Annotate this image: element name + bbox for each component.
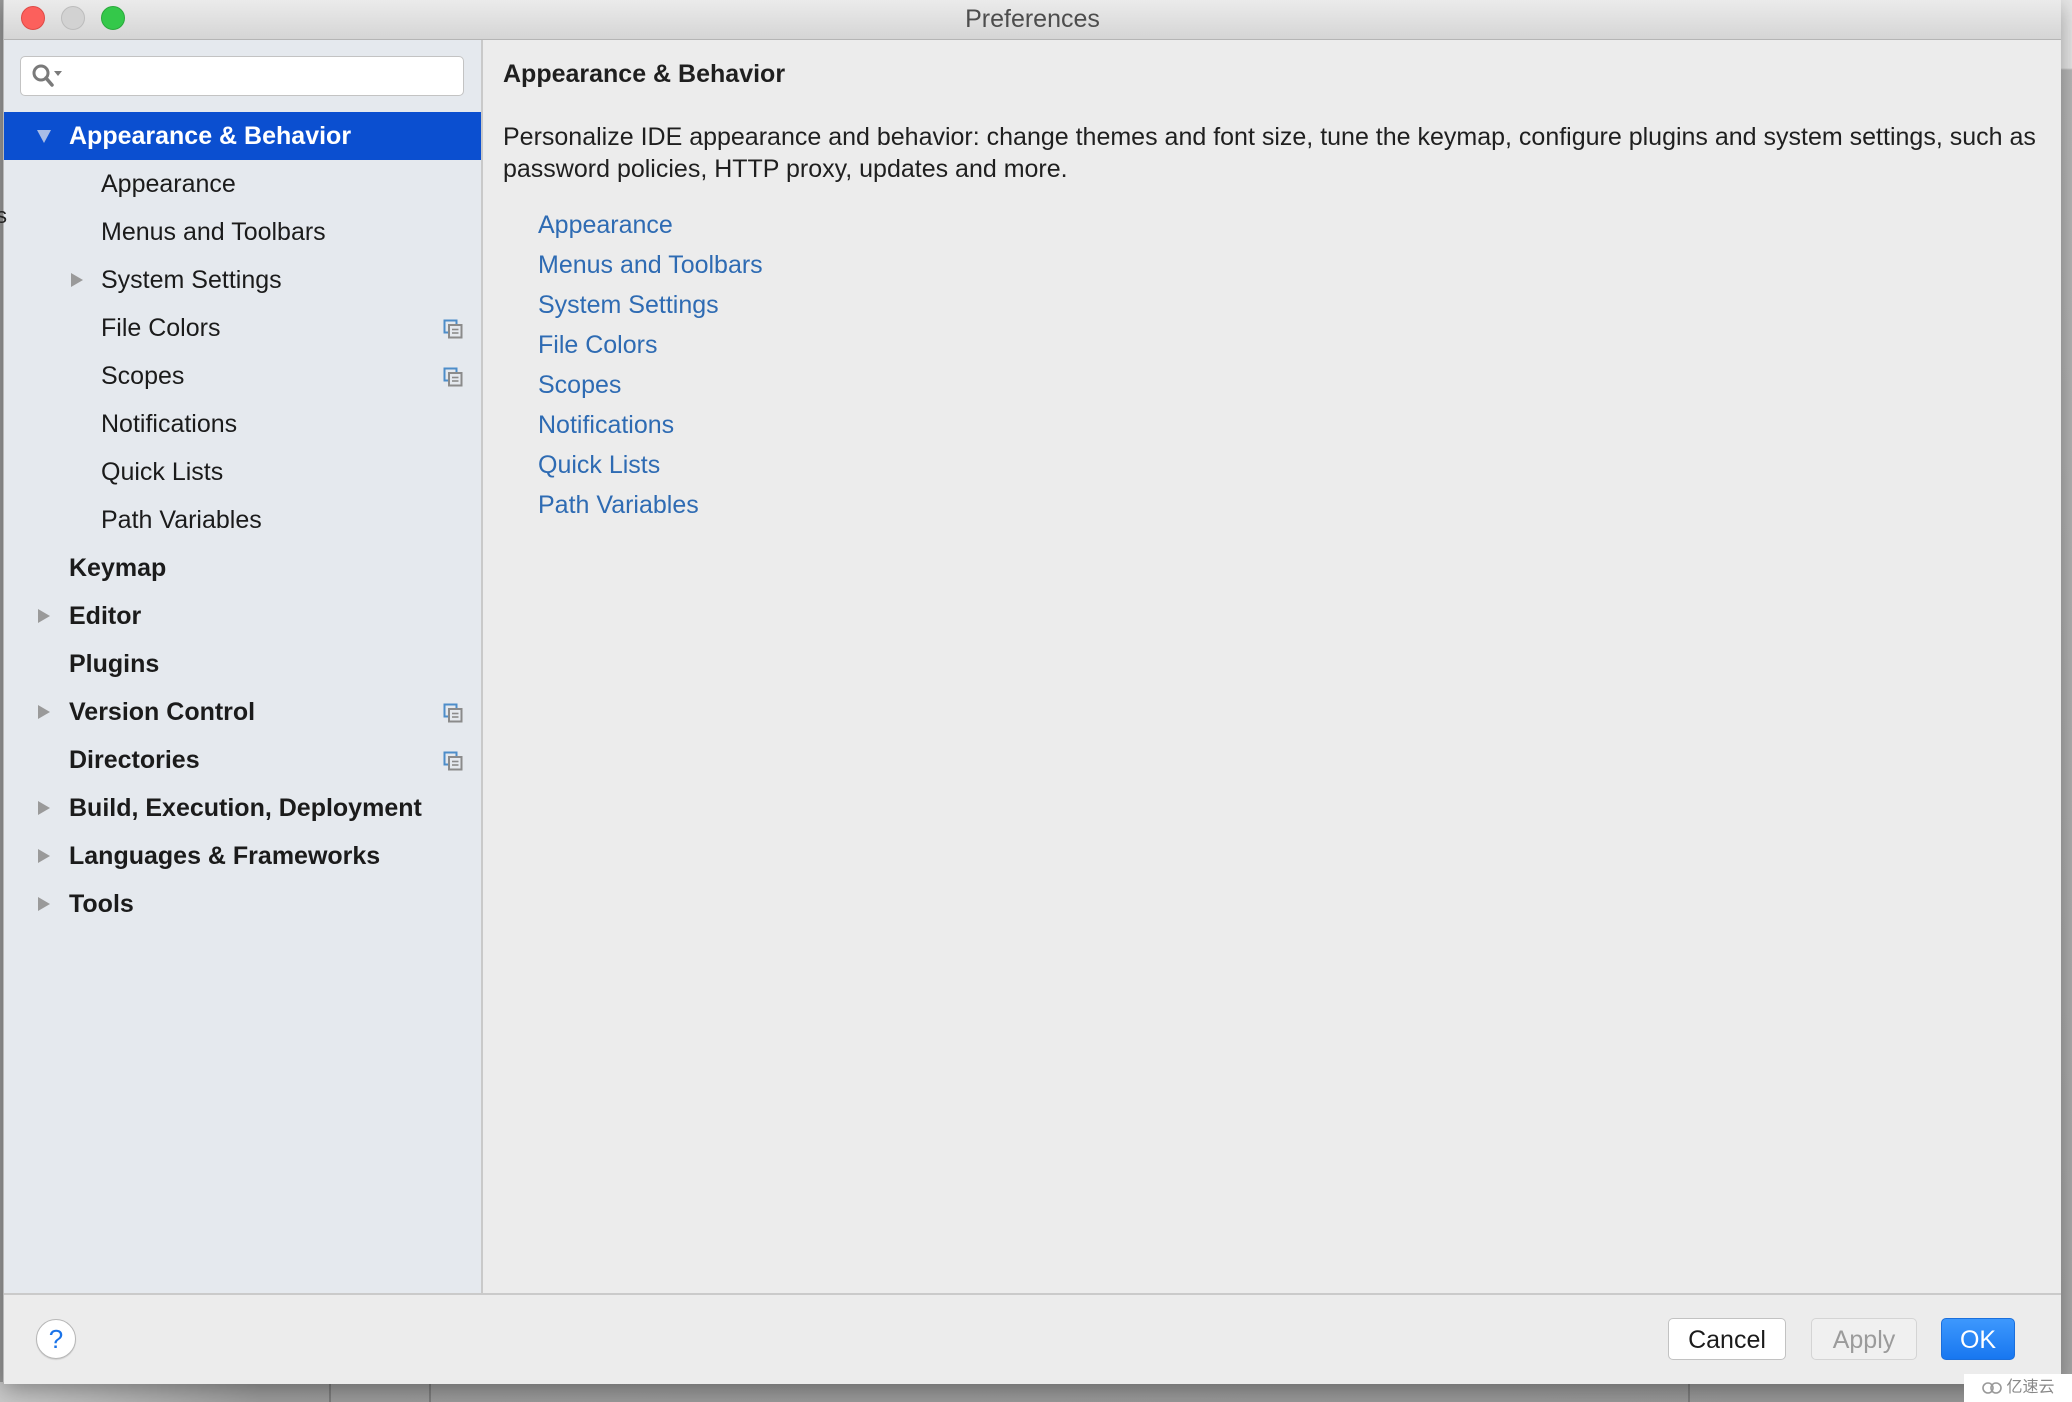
search-field[interactable] [20, 56, 464, 96]
cancel-button[interactable]: Cancel [1668, 1318, 1786, 1360]
tree-item[interactable]: Directories [4, 736, 481, 784]
tree-item[interactable]: Build, Execution, Deployment [4, 784, 481, 832]
tree-item-label: Plugins [69, 650, 160, 678]
search-icon[interactable] [31, 63, 65, 89]
subpage-link[interactable]: Quick Lists [538, 445, 763, 485]
chevron-down-icon[interactable] [35, 112, 53, 160]
settings-tree: Appearance & Behavior Appearance Menus and… [4, 112, 481, 928]
tree-item[interactable]: Keymap [4, 544, 481, 592]
title-bar[interactable]: Preferences [4, 0, 2061, 40]
subpage-links: Appearance Menus and Toolbars System Setti… [538, 205, 763, 525]
chevron-right-icon[interactable] [35, 784, 53, 832]
background-window-right [2060, 0, 2072, 1402]
tree-item[interactable]: Languages & Frameworks [4, 832, 481, 880]
tree-item-label: Build, Execution, Deployment [69, 794, 422, 822]
tree-item[interactable]: Menus and Toolbars [4, 208, 481, 256]
help-button[interactable]: ? [36, 1319, 76, 1359]
subpage-link[interactable]: Notifications [538, 405, 763, 445]
project-level-settings-icon [443, 367, 463, 387]
tree-item-label: System Settings [101, 266, 282, 294]
chevron-right-icon[interactable] [68, 256, 86, 304]
tree-item[interactable]: Version Control [4, 688, 481, 736]
background-divider [329, 1382, 331, 1402]
tree-item-label: Tools [69, 890, 134, 918]
tree-item[interactable]: Tools [4, 880, 481, 928]
ok-button[interactable]: OK [1941, 1318, 2015, 1360]
page-description: Personalize IDE appearance and behavior:… [503, 123, 2036, 183]
cloud-logo-icon [1982, 1382, 2003, 1394]
background-divider [429, 1382, 431, 1402]
tree-item-label: Appearance [101, 170, 236, 198]
background-window-bottom [0, 1382, 2072, 1402]
tree-item-label: Path Variables [101, 506, 262, 534]
apply-button[interactable]: Apply [1811, 1318, 1917, 1360]
watermark-text: 亿速云 [2006, 1379, 2055, 1396]
tree-item[interactable]: Plugins [4, 640, 481, 688]
tree-item[interactable]: Editor [4, 592, 481, 640]
background-divider [1688, 1382, 1690, 1402]
tree-item-label: Version Control [69, 698, 256, 726]
tree-item[interactable]: File Colors [4, 304, 481, 352]
chevron-right-icon[interactable] [35, 832, 53, 880]
tree-item[interactable]: Quick Lists [4, 448, 481, 496]
tree-item-label: Quick Lists [101, 458, 224, 486]
tree-item-label: Scopes [101, 362, 185, 390]
settings-content: Appearance & Behavior Personalize IDE ap… [483, 40, 2061, 1293]
chevron-right-icon[interactable] [35, 880, 53, 928]
chevron-right-icon[interactable] [35, 688, 53, 736]
tree-item-label: Menus and Toolbars [101, 218, 326, 246]
tree-item[interactable]: Scopes [4, 352, 481, 400]
subpage-link[interactable]: Scopes [538, 365, 763, 405]
project-level-settings-icon [443, 319, 463, 339]
tree-item-label: Editor [69, 602, 142, 630]
project-level-settings-icon [443, 703, 463, 723]
tree-item[interactable]: Notifications [4, 400, 481, 448]
tree-item-label: Languages & Frameworks [69, 842, 381, 870]
window-title: Preferences [965, 5, 1100, 33]
page-title: Appearance & Behavior [503, 60, 786, 88]
tree-item[interactable]: Appearance & Behavior [4, 112, 481, 160]
tree-item-label: Keymap [69, 554, 167, 582]
project-level-settings-icon [443, 751, 463, 771]
tree-item[interactable]: Path Variables [4, 496, 481, 544]
tree-item-label: Notifications [101, 410, 238, 438]
tree-item-label: Appearance & Behavior [69, 122, 352, 150]
tree-item[interactable]: Appearance [4, 160, 481, 208]
subpage-link[interactable]: Path Variables [538, 485, 763, 525]
subpage-link[interactable]: System Settings [538, 285, 763, 325]
background-text-fragment: s [0, 203, 7, 228]
tree-item[interactable]: System Settings [4, 256, 481, 304]
subpage-link[interactable]: File Colors [538, 325, 763, 365]
tree-item-label: File Colors [101, 314, 221, 342]
preferences-dialog: Preferences Appearance & Behavior Appeara… [3, 0, 2061, 1384]
watermark: 亿速云 [1964, 1374, 2072, 1402]
search-input[interactable] [69, 61, 453, 93]
subpage-link[interactable]: Appearance [538, 205, 763, 245]
settings-sidebar: Appearance & Behavior Appearance Menus and… [4, 40, 483, 1293]
subpage-link[interactable]: Menus and Toolbars [538, 245, 763, 285]
chevron-right-icon[interactable] [35, 592, 53, 640]
tree-item-label: Directories [69, 746, 200, 774]
dialog-footer: ? Cancel Apply OK [4, 1293, 2061, 1384]
